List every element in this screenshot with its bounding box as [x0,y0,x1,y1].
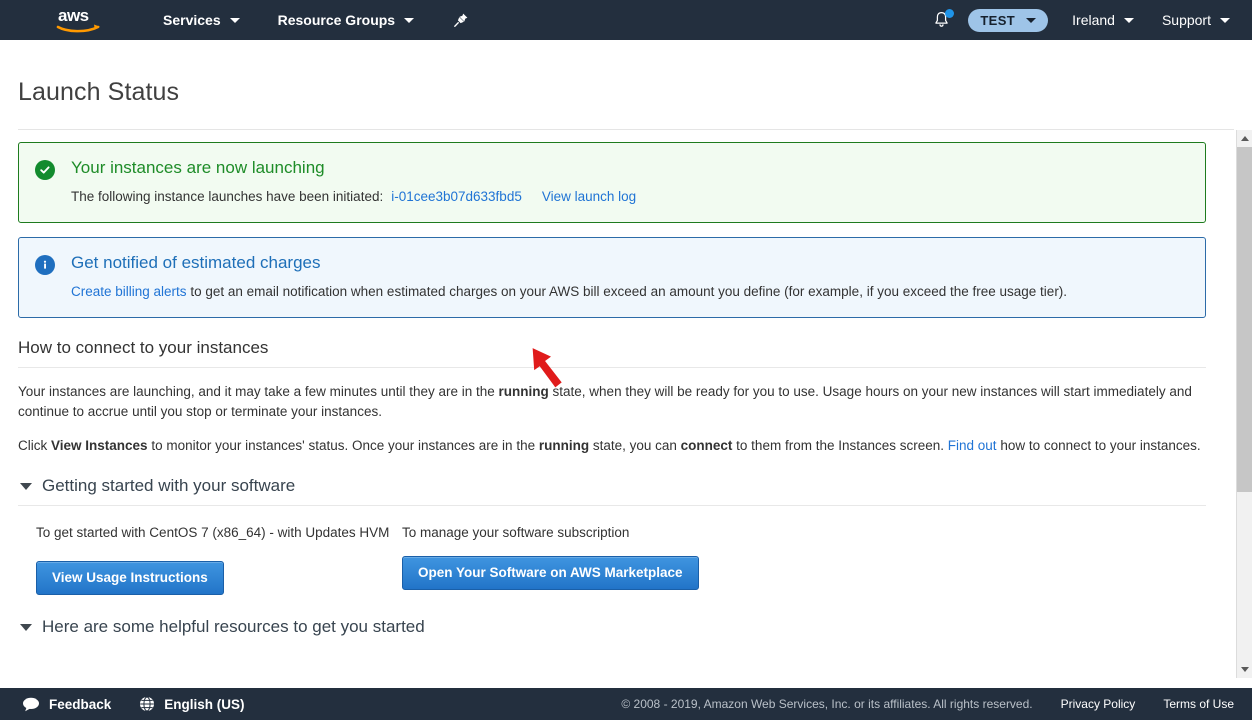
notifications-button[interactable] [926,0,956,40]
footer-right-group: © 2008 - 2019, Amazon Web Services, Inc.… [621,697,1234,711]
scroll-down-arrow[interactable] [1237,661,1252,678]
success-alert-text: The following instance launches have bee… [71,188,1189,206]
instance-id-link[interactable]: i-01cee3b07d633fbd5 [391,189,522,204]
nav-resource-groups-menu[interactable]: Resource Groups [268,0,424,40]
success-alert-description: The following instance launches have bee… [71,189,384,204]
language-label: English (US) [164,696,245,712]
info-alert-icon-wrap [35,252,71,301]
software-column-right: To manage your software subscription Ope… [402,522,1206,595]
chevron-down-icon [404,17,415,23]
triangle-down-icon [20,482,32,490]
billing-alert: Get notified of estimated charges Create… [18,237,1206,318]
speech-bubble-icon [22,697,40,712]
chevron-down-icon [1241,667,1249,672]
resources-section-header[interactable]: Here are some helpful resources to get y… [18,617,1206,637]
globe-glyph [140,696,155,712]
software-column-left: To get started with CentOS 7 (x86_64) - … [36,522,402,595]
terms-of-use-link[interactable]: Terms of Use [1163,697,1234,711]
info-alert-title: Get notified of estimated charges [71,253,321,272]
connect-p2-text-h: how to connect to your instances. [996,438,1201,453]
connect-paragraph-1: Your instances are launching, and it may… [18,382,1206,422]
chevron-down-icon [229,17,240,23]
pin-icon [454,13,468,27]
nav-left-group: aws Services Resource Groups [0,0,474,40]
account-menu-button[interactable]: TEST [968,8,1049,32]
scroll-region: Your instances are now launching The fol… [0,130,1252,678]
chevron-down-icon [1026,17,1037,23]
resources-section-heading: Here are some helpful resources to get y… [42,617,425,636]
language-selector-button[interactable]: English (US) [139,696,245,712]
nav-right-group: TEST Ireland Support [926,0,1252,40]
main-content: Your instances are now launching The fol… [0,130,1224,678]
region-selector-menu[interactable]: Ireland [1064,0,1142,40]
globe-icon [139,696,155,712]
check-glyph [40,166,50,174]
vertical-scrollbar[interactable] [1236,130,1252,678]
page-footer: Feedback English (US) © 2008 - 2019, Ama… [0,688,1252,720]
nav-services-menu[interactable]: Services [153,0,250,40]
aws-logo[interactable]: aws [56,5,108,35]
pin-shortcuts-button[interactable] [448,0,474,40]
connect-paragraph-2: Click View Instances to monitor your ins… [18,436,1206,456]
info-alert-text: Create billing alerts to get an email no… [71,283,1189,301]
connect-p1-bold-running: running [498,384,549,399]
info-glyph [43,260,47,269]
success-alert-title: Your instances are now launching [71,158,325,177]
support-label: Support [1161,12,1211,28]
connect-p2-bold-running: running [538,438,590,453]
nav-resource-groups-label: Resource Groups [277,12,396,28]
software-col1-label: To get started with CentOS 7 (x86_64) - … [36,525,390,540]
page-header: Launch Status [0,40,1252,130]
connect-p2-bold-connect: connect [680,438,733,453]
top-navigation-bar: aws Services Resource Groups TEST Irelan… [0,0,1252,40]
scrollbar-thumb[interactable] [1237,147,1252,492]
connect-section-heading: How to connect to your instances [18,338,1206,368]
page-title: Launch Status [18,78,180,106]
privacy-policy-link[interactable]: Privacy Policy [1061,697,1136,711]
support-menu[interactable]: Support [1154,0,1238,40]
view-usage-instructions-button[interactable]: View Usage Instructions [36,561,224,595]
launch-success-alert: Your instances are now launching The fol… [18,142,1206,223]
info-alert-description: to get an email notification when estima… [186,284,1068,299]
account-label: TEST [980,12,1016,28]
svg-text:aws: aws [58,6,89,25]
info-circle-icon [35,255,55,275]
software-col2-label: To manage your software subscription [402,525,630,540]
connect-p2-text-g: to them from the Instances screen. [732,438,948,453]
connect-p2-text-c: to monitor your instances' status. Once … [147,438,539,453]
connect-p2-bold-view-instances: View Instances [51,438,148,453]
feedback-label: Feedback [49,696,112,712]
connect-p2-text-e: state, you can [589,438,681,453]
open-software-marketplace-button[interactable]: Open Your Software on AWS Marketplace [402,556,699,590]
nav-services-label: Services [163,12,221,28]
success-alert-body: Your instances are now launching The fol… [71,157,1189,206]
copyright-text: © 2008 - 2019, Amazon Web Services, Inc.… [621,697,1033,711]
aws-logo-icon: aws [56,6,100,33]
info-alert-body: Get notified of estimated charges Create… [71,252,1189,301]
software-columns: To get started with CentOS 7 (x86_64) - … [18,522,1206,595]
feedback-button[interactable]: Feedback [22,697,111,712]
check-circle-icon [35,160,55,180]
triangle-down-icon [20,623,32,631]
chevron-up-icon [1241,136,1249,141]
connect-p1-text-a: Your instances are launching, and it may… [18,384,499,399]
region-label: Ireland [1072,12,1115,28]
create-billing-alerts-link[interactable]: Create billing alerts [71,284,187,299]
notification-badge-dot [945,9,955,18]
success-alert-icon-wrap [35,157,71,206]
connect-p2-text-a: Click [18,438,51,453]
footer-left-group: Feedback English (US) [22,696,245,712]
software-section-heading: Getting started with your software [42,476,296,495]
speech-bubble-glyph [23,697,39,711]
find-out-link[interactable]: Find out [948,438,997,453]
scroll-up-arrow[interactable] [1237,130,1252,147]
software-section-header[interactable]: Getting started with your software [18,476,1206,506]
view-launch-log-link[interactable]: View launch log [542,189,636,204]
chevron-down-icon [1123,17,1134,23]
chevron-down-icon [1220,17,1230,23]
